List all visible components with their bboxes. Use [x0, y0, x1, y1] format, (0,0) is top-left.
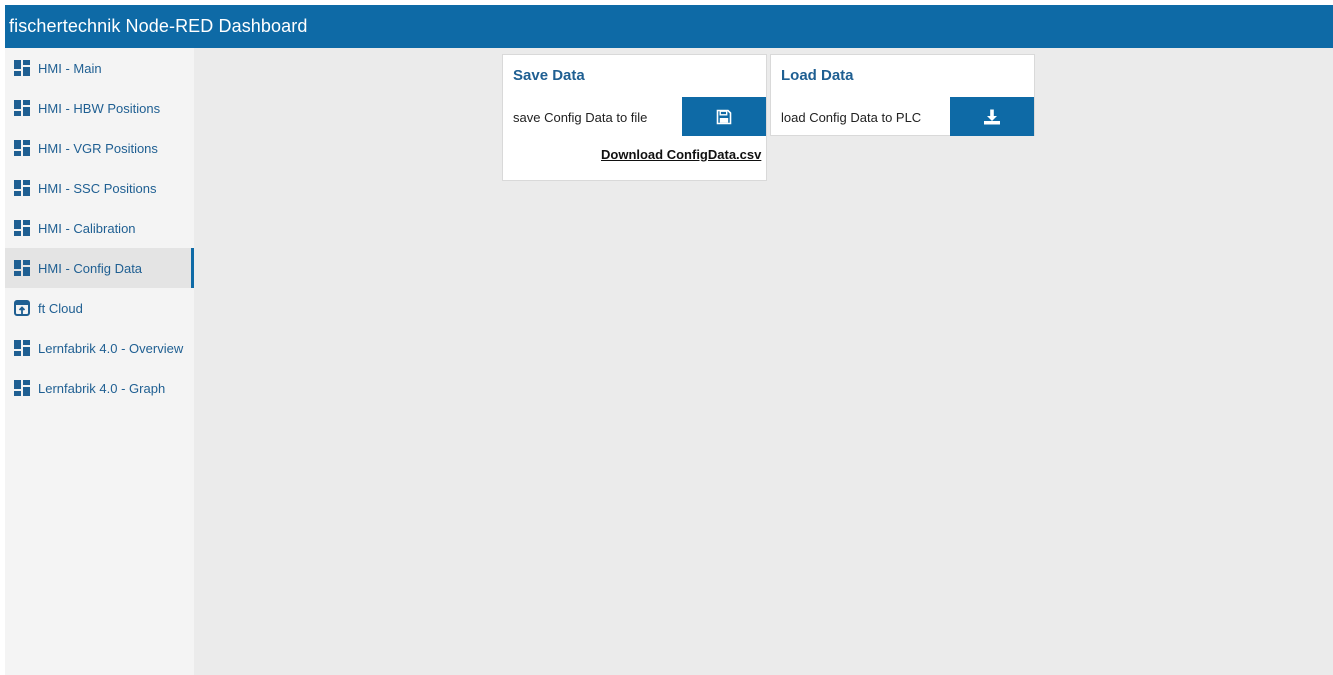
sidebar-item-label: HMI - Main: [38, 60, 102, 76]
dashboard-icon: [14, 100, 30, 116]
sidebar-item-label: HMI - SSC Positions: [38, 180, 157, 196]
sidebar-item-label: ft Cloud: [38, 300, 83, 316]
sidebar-item-lernfabrik-graph[interactable]: Lernfabrik 4.0 - Graph: [5, 368, 194, 408]
dashboard-icon: [14, 60, 30, 76]
dashboard-icon: [14, 180, 30, 196]
load-config-label: load Config Data to PLC: [781, 110, 922, 125]
save-data-card: Save Data save Config Data to file Downl…: [502, 54, 767, 181]
load-data-card: Load Data load Config Data to PLC: [770, 54, 1035, 136]
sidebar-item-hmi-calibration[interactable]: HMI - Calibration: [5, 208, 194, 248]
external-link-icon: [14, 300, 30, 316]
download-icon: [984, 109, 1000, 124]
load-config-button[interactable]: [950, 97, 1034, 136]
main-content: Save Data save Config Data to file Downl…: [194, 48, 1333, 675]
sidebar-item-label: Lernfabrik 4.0 - Graph: [38, 380, 166, 396]
sidebar-nav: HMI - Main HMI - HBW Positions HMI - VGR…: [5, 48, 194, 675]
dashboard-icon: [14, 260, 30, 276]
dashboard-icon: [14, 380, 30, 396]
sidebar-item-hmi-vgr-positions[interactable]: HMI - VGR Positions: [5, 128, 194, 168]
sidebar-item-label: HMI - VGR Positions: [38, 140, 158, 156]
sidebar-item-hmi-ssc-positions[interactable]: HMI - SSC Positions: [5, 168, 194, 208]
sidebar-item-hmi-hbw-positions[interactable]: HMI - HBW Positions: [5, 88, 194, 128]
save-icon: [716, 109, 732, 124]
top-toolbar: fischertechnik Node-RED Dashboard: [5, 5, 1333, 48]
sidebar-item-label: Lernfabrik 4.0 - Overview: [38, 340, 184, 356]
dashboard-icon: [14, 140, 30, 156]
dashboard-icon: [14, 340, 30, 356]
save-data-title: Save Data: [513, 67, 585, 84]
save-config-button[interactable]: [682, 97, 766, 136]
load-data-title: Load Data: [781, 67, 854, 84]
dashboard-icon: [14, 220, 30, 236]
sidebar-item-hmi-main[interactable]: HMI - Main: [5, 48, 194, 88]
sidebar-item-lernfabrik-overview[interactable]: Lernfabrik 4.0 - Overview: [5, 328, 194, 368]
sidebar-item-hmi-config-data[interactable]: HMI - Config Data: [5, 248, 194, 288]
download-configdata-link[interactable]: Download ConfigData.csv: [601, 147, 761, 162]
sidebar-item-ft-cloud[interactable]: ft Cloud: [5, 288, 194, 328]
app-window: fischertechnik Node-RED Dashboard HMI - …: [0, 0, 1333, 675]
sidebar-item-label: HMI - HBW Positions: [38, 100, 161, 116]
sidebar-item-label: HMI - Calibration: [38, 220, 136, 236]
save-config-label: save Config Data to file: [513, 110, 648, 125]
sidebar-item-label: HMI - Config Data: [38, 260, 143, 276]
app-title: fischertechnik Node-RED Dashboard: [9, 16, 308, 36]
